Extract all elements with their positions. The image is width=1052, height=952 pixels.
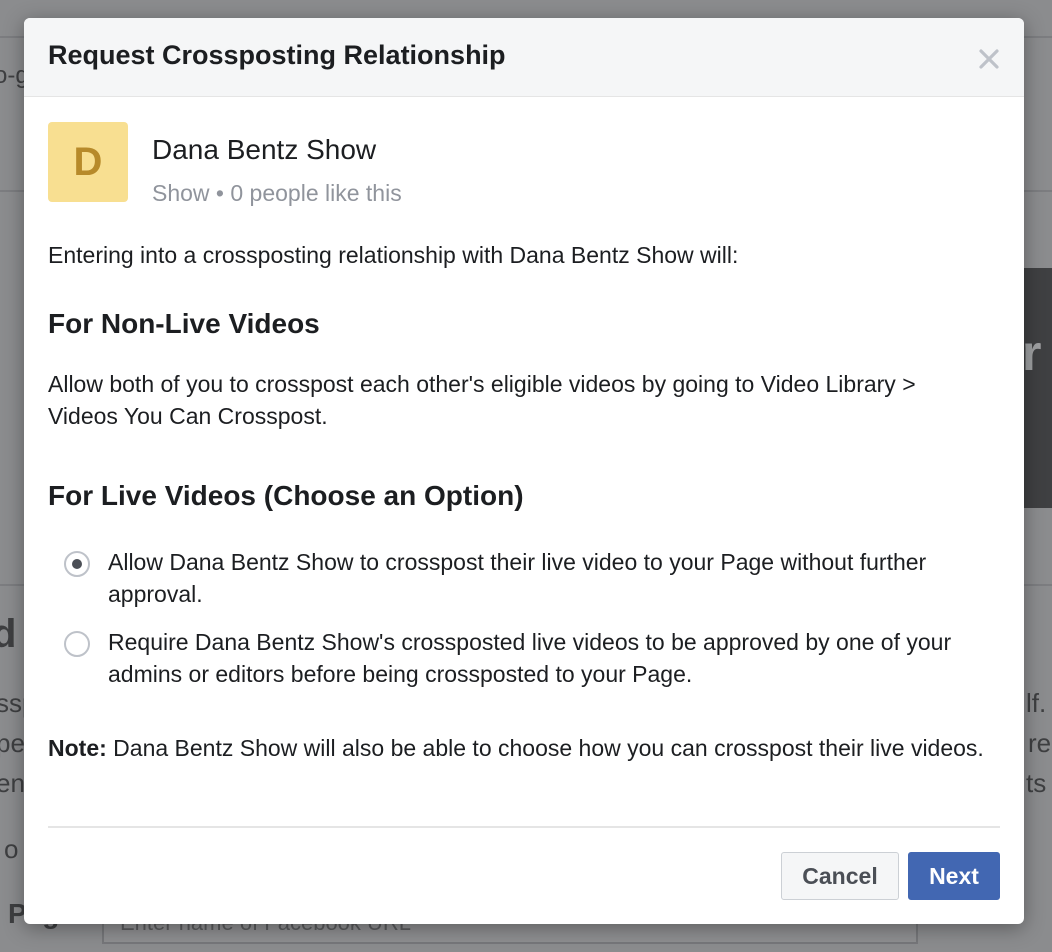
next-button[interactable]: Next	[908, 852, 1000, 900]
live-option-require-approval-label: Require Dana Bentz Show's crossposted li…	[108, 629, 952, 687]
background-text: pe	[0, 728, 25, 758]
page-avatar: D	[48, 122, 128, 202]
background-text: r	[1022, 325, 1042, 381]
crossposting-dialog: Request Crossposting Relationship D Dana…	[24, 18, 1024, 924]
page-meta: Show • 0 people like this	[152, 180, 402, 206]
background-text: re	[1028, 728, 1052, 758]
page-name: Dana Bentz Show	[152, 134, 377, 165]
live-option-allow-label: Allow Dana Bentz Show to crosspost their…	[108, 549, 927, 607]
note-label: Note:	[48, 735, 107, 761]
background-video-thumbnail: r	[1022, 268, 1052, 508]
dialog-title: Request Crossposting Relationship	[48, 40, 506, 70]
footer-divider	[48, 826, 1000, 828]
background-text: en	[0, 768, 25, 798]
dialog-body: D Dana Bentz Show Show • 0 people like t…	[48, 122, 1000, 761]
background-text: lf.	[1026, 688, 1047, 718]
dialog-header: Request Crossposting Relationship	[24, 18, 1024, 97]
page-summary: D Dana Bentz Show Show • 0 people like t…	[48, 122, 1000, 206]
background-text: d	[0, 612, 17, 656]
background-text: ts	[1026, 768, 1047, 798]
close-icon[interactable]	[976, 46, 1002, 72]
background-text: o	[4, 834, 19, 864]
note: Note: Dana Bentz Show will also be able …	[48, 728, 988, 768]
close-icon-glyph	[979, 49, 999, 69]
live-heading: For Live Videos (Choose an Option)	[48, 480, 524, 511]
note-text: Dana Bentz Show will also be able to cho…	[106, 735, 984, 761]
non-live-description: Allow both of you to crosspost each othe…	[48, 371, 916, 429]
radio-allow[interactable]	[64, 551, 90, 577]
radio-require-approval[interactable]	[64, 631, 90, 657]
non-live-heading: For Non-Live Videos	[48, 308, 320, 339]
cancel-button[interactable]: Cancel	[781, 852, 899, 900]
intro-text: Entering into a crossposting relationshi…	[48, 242, 739, 268]
